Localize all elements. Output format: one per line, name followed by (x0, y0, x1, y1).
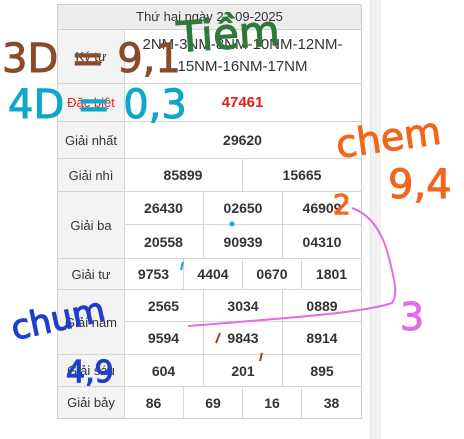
giai-bay-number: 86 (145, 394, 162, 411)
giai-tu-cells: 9753 4404 0670 1801 (124, 259, 361, 289)
giai-nam-number: 9594 (147, 330, 180, 346)
row-giai-ba: Giải ba 26430 02650 46909 20558 90939 04… (58, 192, 361, 259)
label-giai-nam: Giải năm (58, 290, 125, 354)
giai-ba-cells: 26430 02650 46909 20558 90939 04310 (124, 192, 361, 258)
lottery-results-table: Thứ hai ngày 22-09-2025 Ký tự 2NM-3NM-8N… (57, 4, 362, 419)
label-giai-ba: Giải ba (58, 192, 125, 258)
giai-bay-number: 16 (264, 394, 280, 411)
label-giai-bay: Giải bảy (58, 387, 125, 418)
row-giai-tu: Giải tư 9753 4404 0670 1801 (58, 259, 361, 290)
note-3: 3 (400, 295, 424, 339)
giai-bay-number: 38 (323, 394, 340, 411)
dac-biet-cells: 47461 (124, 84, 361, 121)
label-giai-nhi: Giải nhì (58, 159, 125, 191)
giai-nam-number: 3034 (227, 297, 259, 314)
label-giai-nhat: Giải nhất (58, 122, 125, 158)
giai-nam-cells: 2565 3034 0889 9594 9843 8914 (124, 290, 361, 354)
label-giai-sau: Giải sáu (58, 355, 125, 386)
row-giai-nhat: Giải nhất 29620 (58, 122, 361, 159)
note-chem-value: 9,4 (388, 162, 452, 208)
giai-nhi-cells: 85899 15665 (124, 159, 361, 191)
ky-tu-value: 2NM-3NM-8NM-10NM-12NM-15NM-16NM-17NM (142, 36, 343, 75)
row-giai-nhi: Giải nhì 85899 15665 (58, 159, 361, 192)
giai-sau-cells: 604 201 895 (124, 355, 361, 386)
giai-sau-number: 201 (231, 362, 255, 379)
page-scrollbar[interactable] (370, 0, 381, 439)
row-ky-tu: Ký tự 2NM-3NM-8NM-10NM-12NM-15NM-16NM-17… (58, 30, 361, 84)
giai-ba-number: 04310 (302, 233, 342, 250)
ky-tu-cells: 2NM-3NM-8NM-10NM-12NM-15NM-16NM-17NM (124, 30, 361, 83)
label-giai-tu: Giải tư (58, 259, 125, 289)
giai-ba-number: 90939 (223, 233, 263, 250)
giai-nhat-number: 29620 (223, 132, 262, 148)
label-dac-biet: Đặc biệt (58, 84, 125, 121)
giai-ba-number: 26430 (144, 200, 183, 216)
giai-nhi-number: 85899 (163, 167, 203, 183)
row-giai-bay: Giải bảy 86 69 16 38 (58, 387, 361, 418)
giai-nam-number: 9843 (227, 330, 259, 346)
giai-sau-number: 604 (151, 362, 176, 379)
giai-nam-number: 2565 (147, 297, 180, 314)
giai-tu-number: 9753 (137, 266, 170, 282)
giai-ba-number: 02650 (223, 200, 263, 216)
results-date-header: Thứ hai ngày 22-09-2025 (58, 5, 361, 30)
giai-tu-number: 4404 (197, 266, 229, 282)
giai-bay-cells: 86 69 16 38 (124, 387, 361, 418)
giai-nam-number: 0889 (306, 297, 338, 314)
giai-tu-number: 1801 (315, 266, 348, 282)
giai-nhat-cells: 29620 (124, 122, 361, 158)
row-giai-sau: Giải sáu 604 201 895 (58, 355, 361, 387)
dac-biet-number: 47461 (221, 94, 264, 111)
row-dac-biet: Đặc biệt 47461 (58, 84, 361, 122)
giai-nhi-number: 15665 (282, 167, 322, 183)
giai-sau-number: 895 (310, 362, 334, 379)
giai-bay-number: 69 (205, 394, 221, 411)
giai-ba-number: 46909 (302, 200, 342, 216)
row-giai-nam: Giải năm 2565 3034 0889 9594 9843 8914 (58, 290, 361, 355)
label-ky-tu: Ký tự (58, 30, 125, 83)
giai-ba-number: 20558 (144, 233, 183, 250)
giai-tu-number: 0670 (256, 266, 288, 282)
giai-nam-number: 8914 (306, 330, 338, 346)
